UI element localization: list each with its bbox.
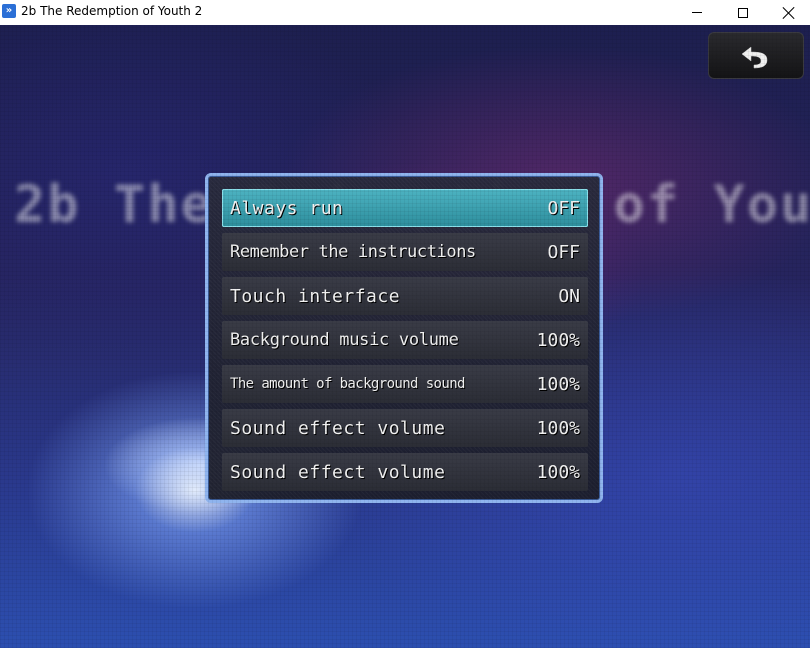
- app-icon: »: [2, 4, 16, 18]
- option-value: 100%: [536, 461, 580, 483]
- game-viewport: 2b The Redemption of Youth 2 Always run …: [0, 25, 810, 648]
- back-button[interactable]: [708, 32, 804, 79]
- window-title: 2b The Redemption of Youth 2: [21, 4, 203, 18]
- option-label: Always run: [230, 197, 344, 219]
- option-bgm-volume[interactable]: Background music volume 100%: [222, 321, 588, 359]
- back-arrow-icon: [741, 45, 768, 68]
- minimize-button[interactable]: [674, 0, 720, 25]
- option-value: 100%: [536, 373, 580, 395]
- option-se-volume[interactable]: Sound effect volume 100%: [222, 409, 588, 447]
- game-window: » 2b The Redemption of Youth 2 2b The Re…: [0, 0, 810, 648]
- option-label: Sound effect volume: [230, 461, 446, 483]
- option-always-run[interactable]: Always run OFF: [222, 189, 588, 227]
- option-bgs-volume[interactable]: The amount of background sound 100%: [222, 365, 588, 403]
- maximize-icon: [738, 7, 748, 18]
- option-label: Sound effect volume: [230, 417, 446, 439]
- option-se-volume-2[interactable]: Sound effect volume 100%: [222, 453, 588, 491]
- option-touch-interface[interactable]: Touch interface ON: [222, 277, 588, 315]
- maximize-button[interactable]: [720, 0, 766, 25]
- minimize-icon: [692, 12, 702, 13]
- option-label: Remember the instructions: [230, 242, 476, 262]
- option-label: The amount of background sound: [230, 376, 465, 392]
- title-bar[interactable]: » 2b The Redemption of Youth 2: [0, 0, 810, 25]
- options-menu: Always run OFF Remember the instructions…: [205, 173, 603, 503]
- option-label: Touch interface: [230, 285, 401, 307]
- option-label: Background music volume: [230, 330, 459, 350]
- option-value: 100%: [536, 417, 580, 439]
- close-icon: [783, 7, 795, 19]
- option-value: OFF: [547, 241, 580, 263]
- close-button[interactable]: [766, 0, 810, 25]
- option-remember-instructions[interactable]: Remember the instructions OFF: [222, 233, 588, 271]
- option-value: ON: [558, 285, 580, 307]
- option-value: 100%: [536, 329, 580, 351]
- option-value: OFF: [547, 197, 580, 219]
